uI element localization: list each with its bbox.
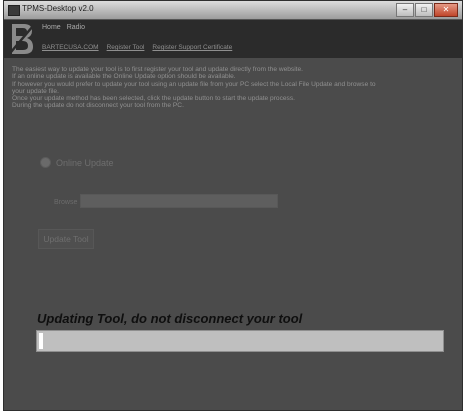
online-update-option[interactable]: Online Update bbox=[40, 157, 114, 168]
link-bartecusa[interactable]: BARTECUSA.COM bbox=[42, 44, 99, 51]
instruction-line: If however you would prefer to update yo… bbox=[12, 80, 376, 88]
update-status-message: Updating Tool, do not disconnect your to… bbox=[37, 311, 303, 326]
update-instructions: The easiest way to update your tool is t… bbox=[12, 66, 460, 110]
header-links: BARTECUSA.COM Register Tool Register Sup… bbox=[42, 44, 232, 51]
title-bar[interactable]: TPMS-Desktop v2.0 – □ ✕ bbox=[4, 1, 462, 20]
app-window: TPMS-Desktop v2.0 – □ ✕ Home Radio BARTE… bbox=[3, 0, 463, 411]
minimize-button[interactable]: – bbox=[396, 3, 414, 17]
online-update-radio[interactable] bbox=[40, 157, 51, 168]
maximize-button[interactable]: □ bbox=[415, 3, 433, 17]
instruction-line: Once your update method has been selecte… bbox=[12, 95, 295, 103]
update-progress-bar bbox=[36, 330, 444, 352]
progress-fill bbox=[39, 333, 44, 349]
app-header: Home Radio BARTECUSA.COM Register Tool R… bbox=[4, 20, 462, 58]
online-update-label: Online Update bbox=[56, 157, 114, 168]
link-register-support-certificate[interactable]: Register Support Certificate bbox=[152, 44, 232, 51]
link-register-tool[interactable]: Register Tool bbox=[107, 44, 145, 51]
menu-item-home[interactable]: Home bbox=[42, 24, 61, 31]
instruction-line: If an online update is available the Onl… bbox=[12, 73, 236, 81]
bartec-logo-icon bbox=[10, 24, 34, 54]
window-controls: – □ ✕ bbox=[396, 3, 458, 17]
instruction-line: The easiest way to update your tool is t… bbox=[12, 66, 304, 73]
instruction-line: your update file. bbox=[12, 87, 59, 95]
main-menu: Home Radio bbox=[42, 24, 85, 31]
app-icon bbox=[8, 5, 20, 16]
browse-file-input[interactable] bbox=[80, 194, 278, 208]
window-title: TPMS-Desktop v2.0 bbox=[22, 4, 94, 13]
update-tool-button[interactable]: Update Tool bbox=[38, 229, 94, 249]
browse-label: Browse bbox=[54, 199, 78, 206]
instruction-line: During the update do not disconnect your… bbox=[12, 102, 184, 110]
close-button[interactable]: ✕ bbox=[434, 3, 458, 17]
menu-item-radio[interactable]: Radio bbox=[67, 24, 85, 31]
